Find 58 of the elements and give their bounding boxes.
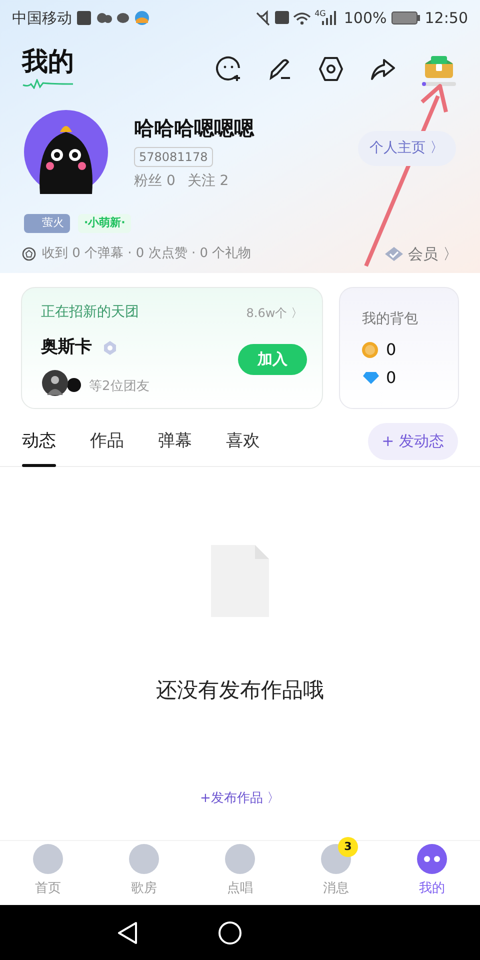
content-tab[interactable]: 喜欢 <box>226 416 260 466</box>
back-button[interactable] <box>116 920 138 944</box>
post-button[interactable]: + 发动态 <box>368 423 458 460</box>
vip-link[interactable]: 会员 〉 <box>408 242 458 265</box>
user-id: 578081178 <box>134 146 213 166</box>
emoji-add-icon[interactable] <box>216 56 242 82</box>
diamond-icon <box>384 246 404 262</box>
bubble-icon <box>127 842 161 874</box>
backpack-card[interactable]: 我的背包 0 0 <box>339 287 459 409</box>
homepage-button[interactable]: 个人主页 〉 <box>358 130 456 166</box>
app-notification-icon <box>76 9 92 27</box>
medal-icon <box>22 246 36 261</box>
progress-strip <box>422 82 456 86</box>
wave-decoration <box>22 79 74 89</box>
level-badge: 萤火 <box>24 214 70 232</box>
unread-badge: 3 <box>338 837 358 857</box>
mascot-icon <box>415 842 449 874</box>
group-name: 奥斯卡 <box>41 336 92 359</box>
coin-balance: 0 <box>386 339 396 361</box>
backpack-title: 我的背包 <box>362 311 418 327</box>
verified-icon <box>102 340 118 356</box>
member-count: 等2位团友 <box>89 378 150 396</box>
received-stats: 收到 0 个弹幕 · 0 次点赞 · 0 个礼物 <box>42 245 252 263</box>
nav-tab[interactable]: 歌房 <box>96 841 192 905</box>
group-count[interactable]: 8.6w个 〉 <box>246 304 303 322</box>
share-icon[interactable] <box>370 57 396 81</box>
page-title: 我的 <box>22 49 74 75</box>
empty-message: 还没有发布作品哦 <box>156 677 324 704</box>
diamond-icon <box>362 371 380 385</box>
follow-count[interactable]: 关注 2 <box>187 170 229 192</box>
content-tab[interactable]: 作品 <box>90 416 124 466</box>
newbie-badge: ·小萌新· <box>78 214 132 232</box>
battery-percent: 100% <box>344 8 387 29</box>
clock: 12:50 <box>424 8 468 29</box>
app-icon <box>134 9 150 27</box>
publish-link[interactable]: +发布作品 〉 <box>200 788 280 808</box>
content-tab[interactable]: 动态 <box>22 416 56 466</box>
diamond-balance: 0 <box>386 367 396 389</box>
blank-document-icon <box>211 545 269 617</box>
battery-icon <box>390 10 421 26</box>
group-heading: 正在招新的天团 <box>41 303 139 322</box>
network-type: 4G <box>314 8 326 20</box>
coin-icon <box>362 342 378 358</box>
nav-tab[interactable]: 我的 <box>384 841 480 905</box>
group-card[interactable]: 正在招新的天团 8.6w个 〉 奥斯卡 等2位团友 加入 <box>21 287 323 409</box>
bubble-icon <box>223 842 257 874</box>
bubble-icon <box>31 842 65 874</box>
carrier-name: 中国移动 <box>12 8 72 29</box>
home-button[interactable] <box>218 920 242 944</box>
user-name: 哈哈哈嗯嗯嗯 <box>134 114 254 142</box>
content-tab[interactable]: 弹幕 <box>158 416 192 466</box>
nav-tab[interactable]: 点唱 <box>192 841 288 905</box>
nav-tab[interactable]: 首页 <box>0 841 96 905</box>
member-avatars <box>41 368 81 396</box>
pencil-icon[interactable] <box>268 57 292 81</box>
fans-count[interactable]: 粉丝 0 <box>134 170 176 192</box>
mute-icon <box>254 9 271 27</box>
settings-icon[interactable] <box>318 56 344 82</box>
